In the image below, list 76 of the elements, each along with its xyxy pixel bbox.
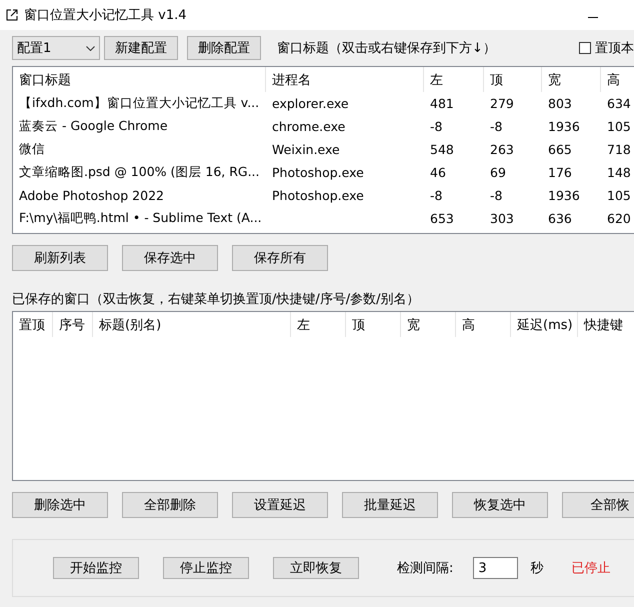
interval-label: 检测间隔:: [397, 560, 454, 577]
table-cell-text: 176: [547, 165, 573, 180]
column-header[interactable]: 左: [424, 67, 484, 92]
column-header[interactable]: 标题(别名): [93, 312, 291, 337]
list-button[interactable]: 刷新列表: [12, 245, 108, 271]
table-cell-text: F:\my\福吧鸭.html • - Sublime Text (A...: [18, 210, 263, 227]
column-header[interactable]: 高: [456, 312, 511, 337]
table-cell-text: 803: [547, 96, 573, 111]
status-text: 已停止: [571, 560, 610, 577]
table-cell-text: 718: [606, 142, 632, 157]
table-cell-text: 文章缩略图.psd @ 100% (图层 16, RG...: [18, 164, 261, 181]
table-cell-text: Photoshop.exe: [271, 165, 365, 180]
table-cell-text: -8: [429, 119, 444, 134]
caret-icon[interactable]: [86, 46, 95, 50]
column-header[interactable]: 置顶: [13, 312, 53, 337]
column-header[interactable]: 顶: [346, 312, 401, 337]
column-header[interactable]: 宽: [401, 312, 456, 337]
table-cell-text: Adobe Photoshop 2022: [18, 188, 165, 203]
table-cell-text: 548: [429, 142, 455, 157]
table-cell-text: 653: [429, 211, 455, 226]
table-cell-text: -8: [489, 188, 504, 203]
interval-input[interactable]: 3: [473, 557, 518, 579]
topmost-checkbox[interactable]: 置顶本: [579, 39, 634, 57]
table-cell-text: 105: [606, 188, 632, 203]
table-cell-text: 303: [489, 211, 515, 226]
table-cell-text: 微信: [18, 141, 46, 158]
monitor-button[interactable]: 停止监控: [163, 557, 249, 579]
window-title: 窗口位置大小记忆工具 v1.4: [24, 7, 186, 24]
minimize-icon[interactable]: [588, 16, 598, 18]
table-cell-text: chrome.exe: [271, 119, 346, 134]
table-cell-text: -8: [489, 119, 504, 134]
list-button[interactable]: 保存选中: [122, 245, 218, 271]
saved-button[interactable]: 全部恢: [562, 492, 634, 518]
column-header[interactable]: 高: [601, 67, 634, 92]
list-button[interactable]: 保存所有: [232, 245, 328, 271]
column-header[interactable]: 顶: [484, 67, 542, 92]
column-header[interactable]: 窗口标题: [13, 67, 266, 92]
saved-button[interactable]: 设置延迟: [232, 492, 328, 518]
saved-button[interactable]: 批量延迟: [342, 492, 438, 518]
profile-dropdown[interactable]: 配置1: [12, 36, 100, 60]
table-cell-text: 620: [606, 211, 632, 226]
saved-button[interactable]: 恢复选中: [452, 492, 548, 518]
section-label: 窗口标题（双击或右键保存到下方↓）: [277, 40, 496, 57]
column-header[interactable]: 进程名: [266, 67, 424, 92]
table-cell-text: 636: [547, 211, 573, 226]
monitor-button[interactable]: 开始监控: [53, 557, 139, 579]
column-header[interactable]: 宽: [542, 67, 601, 92]
table-cell-text: 263: [489, 142, 515, 157]
table-cell-text: Weixin.exe: [271, 142, 341, 157]
table-cell-text: 【ifxdh.com】窗口位置大小记忆工具 v...: [18, 95, 260, 112]
table-cell-text: 1936: [547, 119, 581, 134]
table-cell-text: 481: [429, 96, 455, 111]
section-label: 已保存的窗口（双击恢复，右键菜单切换置顶/快捷键/序号/参数/别名）: [12, 291, 421, 308]
table-cell-text: 蓝奏云 - Google Chrome: [18, 118, 169, 135]
table-cell-text: 634: [606, 96, 632, 111]
table-cell-text: 1936: [547, 188, 581, 203]
table-cell-text: 105: [606, 119, 632, 134]
table-cell-text: 69: [489, 165, 507, 180]
profile-button[interactable]: 新建配置: [104, 36, 178, 60]
table-cell-text: explorer.exe: [271, 96, 350, 111]
profile-button[interactable]: 删除配置: [187, 36, 261, 60]
column-header[interactable]: 序号: [53, 312, 93, 337]
table-cell-text: 46: [429, 165, 447, 180]
table-cell-text: 665: [547, 142, 573, 157]
column-header[interactable]: 左: [291, 312, 346, 337]
table-cell-text: 148: [606, 165, 632, 180]
unit-label: 秒: [530, 560, 544, 577]
saved-button[interactable]: 全部删除: [122, 492, 218, 518]
table-cell-text: Photoshop.exe: [271, 188, 365, 203]
column-header[interactable]: 快捷键: [578, 312, 634, 337]
saved-button[interactable]: 删除选中: [12, 492, 108, 518]
external-window-icon: [6, 9, 18, 21]
table-cell-text: 279: [489, 96, 515, 111]
monitor-button[interactable]: 立即恢复: [273, 557, 359, 579]
column-header[interactable]: 延迟(ms): [511, 312, 578, 337]
table-cell-text: -8: [429, 188, 444, 203]
